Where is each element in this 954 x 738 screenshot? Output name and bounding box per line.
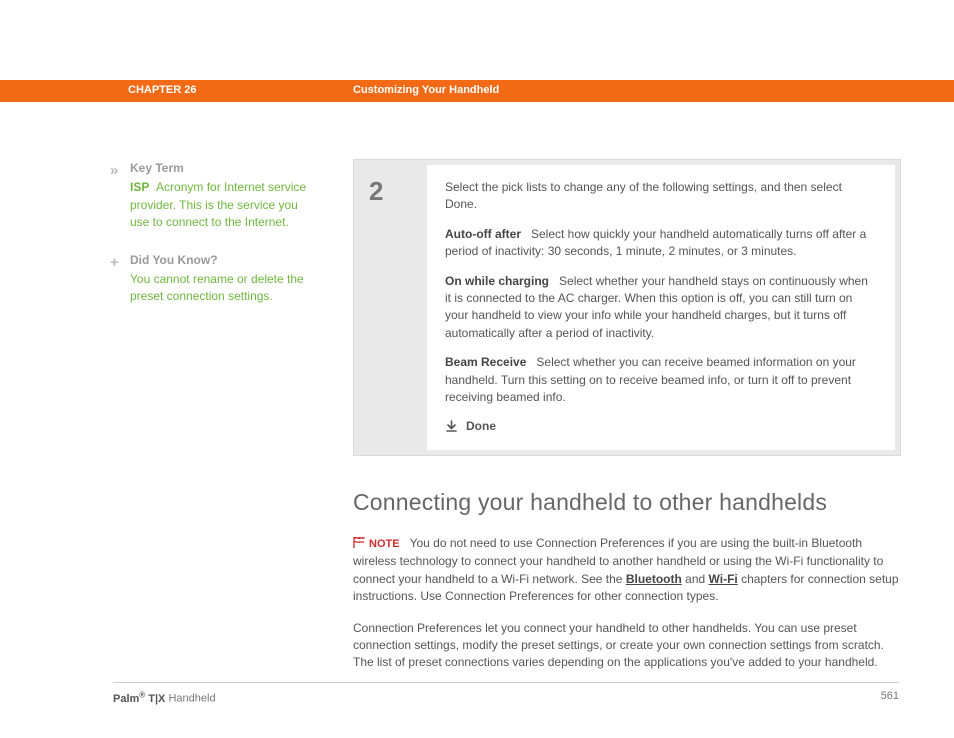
key-term-definition: Acronym for Internet service provider. T… — [130, 180, 306, 229]
step-number-column: 2 — [359, 165, 427, 450]
brand: Palm — [113, 693, 139, 705]
did-you-know-block: + Did You Know? You cannot rename or del… — [110, 252, 310, 306]
plus-icon: + — [110, 252, 119, 274]
page-footer: Palm® T|X Handheld 561 — [113, 682, 899, 708]
note-and: and — [682, 572, 709, 586]
page-number: 561 — [881, 689, 899, 708]
key-term-body: ISP Acronym for Internet service provide… — [130, 179, 310, 231]
flag-icon — [353, 536, 365, 553]
chapter-header-bar: CHAPTER 26 Customizing Your Handheld — [0, 80, 954, 102]
done-row: Done — [445, 418, 877, 435]
step-content: Select the pick lists to change any of t… — [427, 165, 895, 450]
note-label: NOTE — [369, 538, 400, 550]
model: T|X — [145, 693, 165, 705]
step-intro: Select the pick lists to change any of t… — [445, 179, 877, 214]
setting-on-while-charging: On while charging Select whether your ha… — [445, 273, 877, 343]
main-content: 2 Select the pick lists to change any of… — [353, 159, 901, 684]
key-term-term: ISP — [130, 180, 149, 194]
note-paragraph: NOTE You do not need to use Connection P… — [353, 535, 901, 606]
section-heading: Connecting your handheld to other handhe… — [353, 486, 901, 519]
setting-label: Beam Receive — [445, 355, 526, 369]
did-you-know-heading: Did You Know? — [130, 252, 310, 269]
did-you-know-body: You cannot rename or delete the preset c… — [130, 271, 310, 306]
step-box: 2 Select the pick lists to change any of… — [353, 159, 901, 456]
setting-label: On while charging — [445, 274, 549, 288]
key-term-heading: Key Term — [130, 160, 310, 177]
sidebar: » Key Term ISP Acronym for Internet serv… — [110, 160, 310, 326]
body-paragraph: Connection Preferences let you connect y… — [353, 620, 901, 672]
product-name: Palm® T|X Handheld — [113, 689, 216, 708]
product-suffix: Handheld — [165, 693, 215, 705]
setting-auto-off: Auto-off after Select how quickly your h… — [445, 226, 877, 261]
wifi-link[interactable]: Wi-Fi — [709, 572, 738, 586]
setting-label: Auto-off after — [445, 227, 521, 241]
chevron-right-icon: » — [110, 160, 118, 182]
bluetooth-link[interactable]: Bluetooth — [626, 572, 682, 586]
done-label: Done — [466, 418, 496, 435]
setting-beam-receive: Beam Receive Select whether you can rece… — [445, 354, 877, 406]
download-arrow-icon — [445, 420, 458, 433]
chapter-title: Customizing Your Handheld — [353, 83, 499, 99]
chapter-number: CHAPTER 26 — [128, 83, 353, 99]
key-term-block: » Key Term ISP Acronym for Internet serv… — [110, 160, 310, 232]
step-number: 2 — [369, 173, 427, 211]
